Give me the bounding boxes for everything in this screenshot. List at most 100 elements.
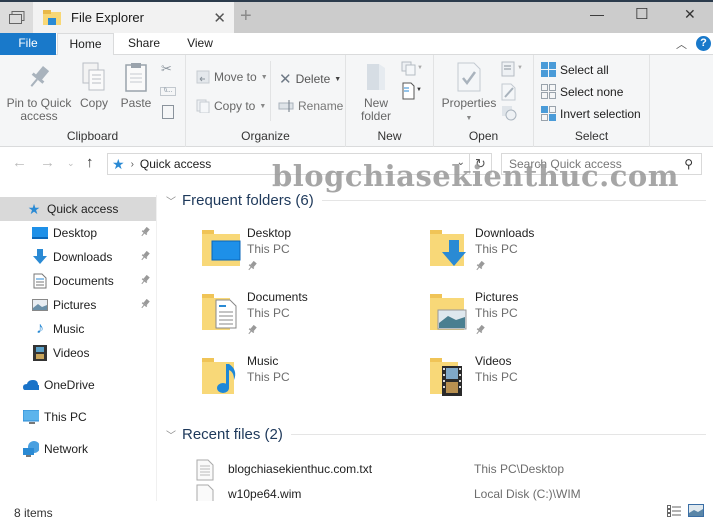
pin-icon[interactable] — [140, 298, 150, 312]
new-folder-icon — [356, 61, 396, 93]
copy-button[interactable]: Copy — [76, 61, 112, 110]
videos-icon — [32, 345, 48, 361]
chevron-down-icon[interactable]: ﹀ — [166, 427, 176, 442]
chevron-down-icon[interactable]: ﹀ — [166, 193, 176, 208]
desktop-folder-icon — [200, 226, 246, 270]
tab-home[interactable]: Home — [57, 33, 114, 56]
copy-icon — [76, 61, 112, 93]
move-to-icon — [196, 70, 210, 84]
organize-group: Move to ▼ Copy to ▼ ✕ Delete ▼ Rename Organ… — [186, 55, 346, 147]
folder-tile-documents[interactable]: Documents This PC — [200, 290, 400, 346]
nav-desktop[interactable]: Desktop — [0, 221, 156, 245]
open-group-label: Open — [468, 129, 499, 143]
new-tab-button[interactable]: + — [240, 5, 252, 28]
copy-to-button[interactable]: Copy to ▼ — [196, 99, 266, 113]
select-none-button[interactable]: Select none — [541, 84, 623, 99]
pin-icon — [247, 260, 257, 274]
new-item-icon[interactable]: ▼ — [401, 61, 423, 80]
folder-tile-desktop[interactable]: Desktop This PC — [200, 226, 400, 282]
recent-locations-button[interactable]: ⌄ — [67, 158, 75, 169]
pin-icon[interactable] — [140, 226, 150, 240]
pictures-icon — [32, 297, 48, 313]
quick-access-star-icon: ★ — [27, 200, 41, 217]
window-title: File Explorer — [71, 10, 144, 25]
nav-pictures[interactable]: Pictures — [0, 293, 156, 317]
paste-icon — [116, 61, 156, 93]
close-window-button[interactable]: ✕ — [684, 6, 696, 23]
ribbon-tab-strip: File Home Share View ︿ ? — [0, 33, 713, 56]
easy-access-icon[interactable]: ▼ — [401, 82, 423, 103]
minimize-button[interactable]: — — [590, 6, 604, 22]
svg-text:▼: ▼ — [416, 87, 422, 93]
rename-icon — [278, 100, 294, 112]
downloads-folder-icon — [428, 226, 474, 270]
nav-downloads[interactable]: Downloads — [0, 245, 156, 269]
rename-button[interactable]: Rename — [278, 99, 343, 113]
task-view-button[interactable] — [0, 2, 33, 33]
paste-button[interactable]: Paste — [116, 61, 156, 110]
dropdown-caret-icon: ▼ — [465, 115, 473, 122]
maximize-button[interactable]: ☐ — [635, 5, 648, 23]
open-icon[interactable]: ▼ — [501, 61, 525, 80]
up-button[interactable]: ↑ — [86, 154, 94, 171]
organize-divider — [270, 61, 271, 121]
help-icon[interactable]: ? — [696, 36, 711, 51]
nav-music[interactable]: ♪ Music — [0, 317, 156, 341]
window-tab[interactable]: File Explorer ✕ — [33, 2, 234, 33]
pin-to-quick-access-button[interactable]: Pin to Quick access — [4, 61, 74, 123]
tab-file[interactable]: File — [0, 33, 56, 55]
nav-onedrive[interactable]: OneDrive — [0, 373, 156, 397]
delete-button[interactable]: ✕ Delete ▼ — [279, 70, 341, 88]
move-to-button[interactable]: Move to ▼ — [196, 70, 268, 84]
folder-tile-pictures[interactable]: Pictures This PC — [428, 290, 628, 346]
nav-quick-access[interactable]: ★ Quick access — [0, 197, 156, 221]
nav-videos[interactable]: Videos — [0, 341, 156, 365]
address-row: ← → ⌄ ↑ ★ › Quick access ⌄ ↻ Search Quic… — [0, 148, 713, 180]
folder-tile-videos[interactable]: Videos This PC — [428, 354, 628, 410]
collapse-ribbon-icon[interactable]: ︿ — [676, 36, 687, 52]
tab-share[interactable]: Share — [120, 33, 168, 55]
breadcrumb-quick-access[interactable]: Quick access — [140, 157, 211, 171]
pin-icon[interactable] — [140, 274, 150, 288]
pin-icon — [247, 324, 257, 338]
address-bar[interactable]: ★ › Quick access ⌄ — [107, 153, 470, 175]
nav-this-pc[interactable]: This PC — [0, 405, 156, 429]
nav-network[interactable]: Network — [0, 437, 156, 461]
quick-access-star-icon: ★ — [112, 155, 125, 172]
back-button[interactable]: ← — [12, 154, 27, 171]
file-explorer-icon — [43, 9, 61, 26]
forward-button[interactable]: → — [40, 154, 55, 171]
new-group-label: New — [377, 129, 402, 143]
details-view-icon — [667, 505, 681, 517]
title-bar: File Explorer ✕ + — ☐ ✕ — [0, 0, 713, 33]
properties-icon — [438, 61, 500, 93]
search-input[interactable]: Search Quick access ⚲ — [501, 153, 702, 175]
copy-path-icon[interactable]: \\... — [160, 87, 176, 96]
dropdown-caret-icon: ▼ — [334, 75, 342, 83]
dropdown-caret-icon: ▼ — [259, 102, 267, 110]
recent-files-header[interactable]: ﹀ Recent files (2) — [166, 426, 706, 443]
tab-view[interactable]: View — [178, 33, 222, 55]
onedrive-icon — [23, 377, 39, 393]
properties-button[interactable]: Properties ▼ — [438, 61, 500, 125]
select-all-icon — [541, 62, 556, 77]
folder-tile-music[interactable]: Music This PC — [200, 354, 400, 410]
edit-icon[interactable] — [501, 83, 517, 104]
paste-shortcut-icon[interactable] — [162, 105, 174, 119]
frequent-folders-header[interactable]: ﹀ Frequent folders (6) — [166, 192, 706, 209]
new-folder-button[interactable]: New folder — [356, 61, 396, 123]
close-tab-icon[interactable]: ✕ — [213, 9, 226, 27]
invert-selection-button[interactable]: Invert selection — [541, 106, 641, 121]
address-dropdown-icon[interactable]: ⌄ — [457, 157, 465, 168]
refresh-button[interactable]: ↻ — [470, 153, 492, 175]
delete-icon: ✕ — [279, 71, 292, 88]
nav-documents[interactable]: Documents — [0, 269, 156, 293]
folder-tile-downloads[interactable]: Downloads This PC — [428, 226, 628, 282]
large-icons-view-button[interactable] — [688, 504, 704, 520]
details-view-button[interactable] — [667, 505, 681, 520]
history-icon[interactable] — [501, 105, 517, 124]
pin-icon[interactable] — [140, 250, 150, 264]
select-all-button[interactable]: Select all — [541, 62, 609, 77]
cut-icon[interactable]: ✂ — [161, 61, 172, 77]
recent-file-row[interactable]: blogchiasekienthuc.com.txt This PC\Deskt… — [196, 458, 706, 482]
